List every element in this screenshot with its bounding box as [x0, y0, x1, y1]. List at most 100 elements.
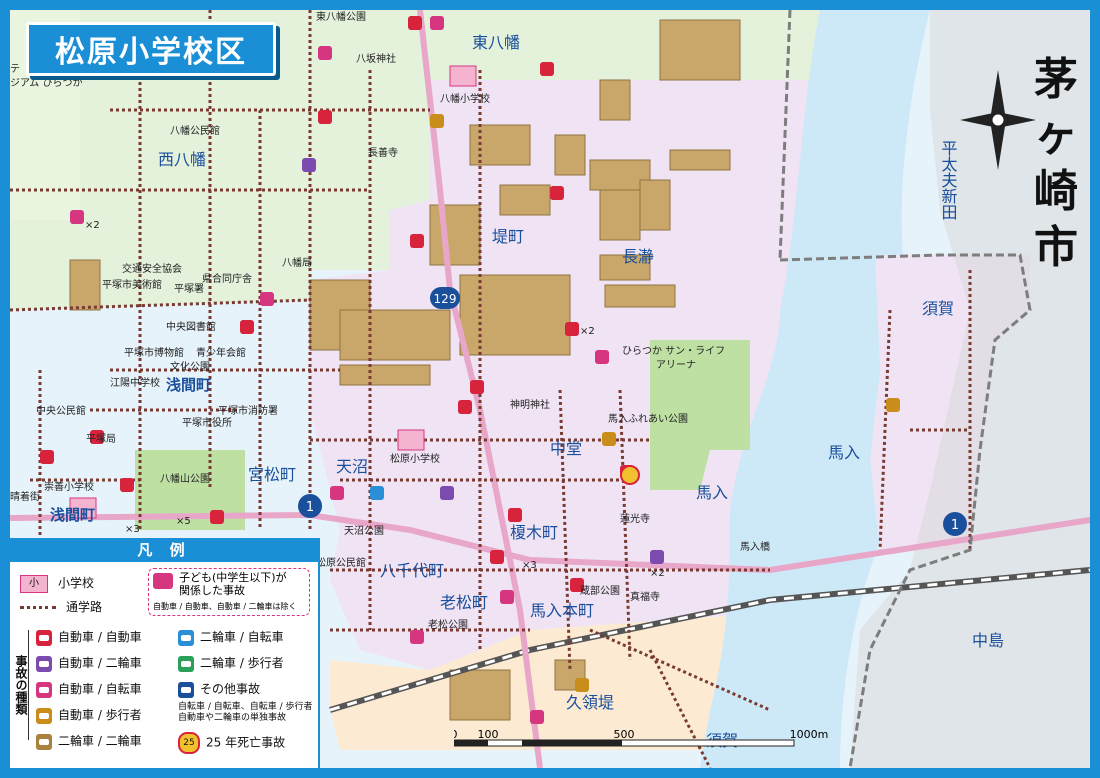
legend-other-note: 自転車 / 自転車、自転車 / 歩行者 自動車や二輪車の単独事故: [178, 702, 313, 723]
area-label-kuryodo: 久領堤: [566, 693, 614, 712]
legend-death-label: 25 年死亡事故: [206, 735, 286, 750]
child-accident-icon: [153, 573, 173, 589]
legend-route-label: 通学路: [66, 600, 103, 614]
route-129-shield: 129: [430, 287, 460, 309]
legend-item-bike-cycle: 二輪車 / 自転車: [178, 628, 284, 646]
place-shinmei-shrine: 神明神社: [510, 398, 550, 411]
scale-bar-svg: 0 100 500 1000m: [451, 728, 829, 747]
legend-item-bike-ped: 二輪車 / 歩行者: [178, 654, 284, 672]
legend-school: 小小学校: [20, 574, 94, 593]
place-matsubara-school: 松原小学校: [390, 452, 440, 465]
legend-label: 自動車 / 二輪車: [58, 656, 142, 670]
school-icon: 小: [20, 574, 48, 593]
place-arena-2: アリーナ: [656, 359, 696, 371]
area-label-tsutsumicho: 堤町: [492, 227, 524, 246]
map-frame: 129 1 1 東八幡 西八幡 堤町 長瀞 須賀 浅間町 浅間町 宮松町 天沼 …: [0, 0, 1100, 778]
scale-label: 1000m: [790, 728, 829, 741]
count-label: ×3: [125, 524, 140, 535]
area-label-higashi-hachiman: 東八幡: [472, 33, 520, 52]
count-label: ×2: [85, 220, 100, 231]
area-label-heitaifu: 平太夫新田: [939, 140, 958, 220]
death-accident-marker: [620, 465, 640, 485]
place-city-museum: 平塚市博物館: [124, 346, 184, 359]
place-central-library: 中央図書館: [166, 320, 216, 333]
area-label-suka: 須賀: [922, 299, 954, 318]
area-label-asamacho: 浅間町: [166, 376, 211, 394]
place-haretugai: 晴着街: [10, 490, 40, 503]
route-1-label: 1: [306, 500, 314, 515]
place-arena: ひらつか サン・ライフ: [622, 345, 725, 357]
place-hachimanyama-park: 八幡山公園: [160, 472, 210, 485]
area-label-asamacho-west: 浅間町: [50, 506, 95, 524]
legend-label: 二輪車 / 二輪車: [58, 734, 142, 748]
neighbor-city-label: 茅ヶ崎市: [1034, 54, 1078, 273]
place-central-kominkan: 中央公民館: [36, 404, 86, 417]
area-label-miyamatsucho: 宮松町: [248, 465, 296, 484]
legend-header: 凡 例: [10, 538, 318, 562]
place-kotsu-anzen: 交通安全協会: [122, 262, 182, 275]
place-stadium: テ: [10, 64, 20, 75]
area-label-hachichiyo: 八千代町: [380, 561, 444, 580]
car-bike-icon: [36, 655, 52, 672]
legend-label: 二輪車 / 歩行者: [200, 656, 284, 670]
place-kurabe-park: 蔵部公園: [580, 584, 620, 597]
legend-item-car-ped: 自動車 / 歩行者: [36, 706, 142, 724]
place-bunka-park: 文化公園: [170, 360, 210, 373]
place-oimatsu-park: 老松公園: [428, 618, 468, 631]
route-1-east-label: 1: [951, 518, 959, 533]
car-car-icon: [36, 629, 52, 646]
place-city-hall: 平塚市役所: [182, 416, 232, 429]
place-chozenji: 長善寺: [368, 146, 398, 159]
other-accident-icon: [178, 681, 194, 698]
place-umairi-fureai: 馬入ふれあい公園: [608, 413, 688, 425]
area-label-nakazato: 中堂: [550, 439, 582, 458]
bike-ped-icon: [178, 655, 194, 672]
place-hachiman-shrine: 八坂神社: [356, 52, 396, 65]
route-1-shield: 1: [298, 494, 322, 518]
place-amanuma-park: 天沼公園: [344, 524, 384, 537]
place-shinpukuji: 真福寺: [630, 590, 660, 603]
count-label: ×2: [580, 326, 595, 337]
place-sosen-school: 崇善小学校: [44, 480, 94, 493]
legend-item-other: その他事故: [178, 680, 260, 698]
scale-label: 100: [478, 728, 499, 741]
legend-accident-type: 事故の種類: [12, 630, 29, 740]
legend-label: その他事故: [200, 682, 261, 696]
scale-bar: 0 100 500 1000m: [451, 728, 854, 758]
death-badge-icon: 25: [178, 732, 200, 754]
count-label: ×3: [522, 560, 537, 571]
map-title-box: 松原小学校区: [26, 22, 276, 76]
scale-label: 500: [614, 728, 635, 741]
route-line-icon: [20, 606, 56, 609]
legend-child-note: 自動車 / 自動車、自動車 / 二輪車は除く: [153, 602, 297, 611]
place-museum-art: 平塚市美術館: [102, 278, 162, 291]
legend-item-car-cycle: 自動車 / 自転車: [36, 680, 142, 698]
place-kendo: 県合同庁舎: [202, 272, 252, 285]
place-bridge: 馬入橋: [740, 540, 770, 553]
place-hachiman-school: 八幡小学校: [440, 92, 490, 105]
legend-label: 二輪車 / 自転車: [200, 630, 284, 644]
bike-bike-icon: [36, 733, 52, 750]
place-stadium-2: ジアム ひらつか: [10, 77, 82, 89]
legend-item-bike-bike: 二輪車 / 二輪車: [36, 732, 142, 750]
map-title: 松原小学校区: [55, 35, 247, 70]
place-matsubara-kominkan: 松原公民館: [316, 556, 366, 569]
place-hiratsuka-po: 平塚局: [86, 433, 116, 445]
legend-item-car-bike: 自動車 / 二輪車: [36, 654, 142, 672]
area-label-nishi-hachiman: 西八幡: [158, 150, 206, 169]
area-label-oimatsucho: 老松町: [440, 593, 488, 612]
legend-route: 通学路: [20, 598, 102, 615]
legend-panel: 凡 例 小小学校 通学路 子ども(中学生以下)が 関係した事故 自動車 / 自動…: [10, 538, 320, 768]
legend-label: 自動車 / 歩行者: [58, 708, 142, 722]
legend-label: 自動車 / 自動車: [58, 630, 142, 644]
area-label-nagashizuka: 長瀞: [622, 247, 654, 266]
car-ped-icon: [36, 707, 52, 724]
car-cycle-icon: [36, 681, 52, 698]
area-label-umairi-east: 馬入: [828, 443, 860, 462]
legend-item-car-car: 自動車 / 自動車: [36, 628, 142, 646]
legend-label: 自動車 / 自転車: [58, 682, 142, 696]
place-fire-dept: 平塚市消防署: [218, 404, 278, 417]
route-1-shield-east: 1: [943, 512, 967, 536]
route-129-label: 129: [434, 292, 457, 306]
scale-label: 0: [454, 728, 458, 741]
